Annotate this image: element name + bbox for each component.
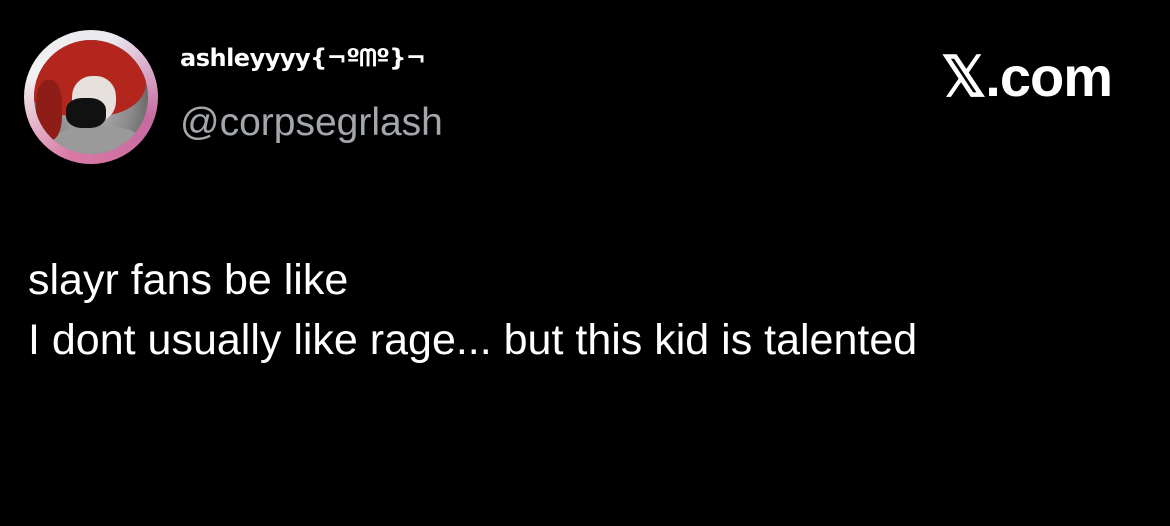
display-name[interactable]: ashleyyyy{¬ºᗰº}¬ bbox=[180, 44, 426, 72]
tweet-text: slayr fans be like I dont usually like r… bbox=[28, 250, 1128, 370]
avatar[interactable] bbox=[24, 30, 158, 164]
tweet-text-line: I dont usually like rage... but this kid… bbox=[28, 316, 918, 364]
x-brand-logo: 𝕏.com bbox=[941, 45, 1113, 108]
avatar-image bbox=[34, 40, 148, 154]
user-handle[interactable]: @corpsegrlash bbox=[180, 101, 443, 145]
tweet-text-line: slayr fans be like bbox=[28, 256, 349, 304]
tweet-card: ashleyyyy{¬ºᗰº}¬ @corpsegrlash 𝕏.com sla… bbox=[0, 0, 1170, 526]
